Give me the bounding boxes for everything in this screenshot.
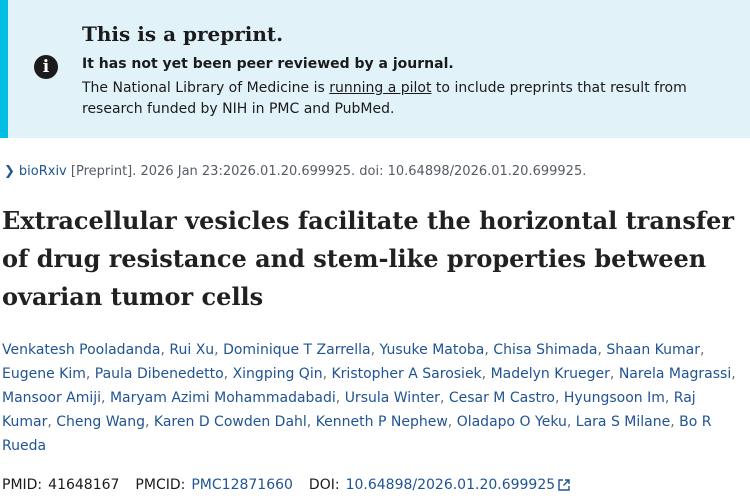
author-link[interactable]: Venkatesh Pooladanda (2, 342, 160, 358)
author-link[interactable]: Xingping Qin (233, 366, 323, 382)
author-separator: , (145, 414, 154, 430)
author-separator: , (566, 414, 576, 430)
author-link[interactable]: Paula Dibenedetto (95, 366, 224, 382)
journal-source-link[interactable]: ❯ bioRxiv (4, 164, 67, 179)
pmcid-link[interactable]: PMC12871660 (191, 477, 293, 493)
citation-line: ❯ bioRxiv [Preprint]. 2026 Jan 23:2026.01… (4, 164, 586, 179)
author-link[interactable]: Oladapo O Yeku (457, 414, 567, 430)
author-separator: , (484, 342, 494, 358)
doi-link[interactable]: 10.64898/2026.01.20.699925 (346, 477, 571, 493)
author-link[interactable]: Eugene Kim (2, 366, 86, 382)
banner-body-pre: The National Library of Medicine is (82, 80, 330, 96)
author-link[interactable]: Chisa Shimada (493, 342, 597, 358)
author-separator: , (101, 390, 110, 406)
author-separator: , (481, 366, 491, 382)
author-separator: , (447, 414, 457, 430)
citation-text: [Preprint]. 2026 Jan 23:2026.01.20.69992… (66, 164, 587, 179)
author-separator: , (731, 366, 736, 382)
author-separator: , (439, 390, 449, 406)
author-link[interactable]: Kenneth P Nephew (316, 414, 448, 430)
running-pilot-link[interactable]: running a pilot (329, 80, 431, 96)
journal-source-label: bioRxiv (18, 164, 67, 179)
author-separator: , (609, 366, 619, 382)
pmid-value: 41648167 (48, 477, 120, 493)
author-link[interactable]: Hyungsoon Im (564, 390, 665, 406)
author-separator: , (47, 414, 57, 430)
pmid-label: PMID: (2, 477, 43, 493)
banner-title: This is a preprint. (82, 22, 284, 46)
author-separator: , (664, 390, 674, 406)
info-icon: i (34, 55, 58, 79)
author-link[interactable]: Cesar M Castro (449, 390, 555, 406)
author-link[interactable]: Cheng Wang (56, 414, 145, 430)
article-identifiers: PMID: 41648167 PMCID: PMC12871660 DOI: 10.648… (2, 477, 570, 493)
external-link-icon (558, 479, 570, 491)
doi-label: DOI: (308, 477, 340, 493)
author-link[interactable]: Madelyn Krueger (491, 366, 610, 382)
author-separator: , (214, 342, 224, 358)
author-separator: , (335, 390, 345, 406)
author-link[interactable]: Narela Magrassi (619, 366, 731, 382)
author-link[interactable]: Dominique T Zarrella (223, 342, 371, 358)
author-separator: , (370, 342, 380, 358)
banner-warning: It has not yet been peer reviewed by a j… (82, 56, 454, 72)
author-separator: , (85, 366, 95, 382)
author-separator: , (670, 414, 680, 430)
author-link[interactable]: Yusuke Matoba (380, 342, 485, 358)
banner-body: The National Library of Medicine is runn… (82, 78, 747, 120)
doi-value: 10.64898/2026.01.20.699925 (345, 477, 556, 493)
author-link[interactable]: Mansoor Amiji (2, 390, 101, 406)
author-link[interactable]: Ursula Winter (345, 390, 440, 406)
author-list: Venkatesh Pooladanda, Rui Xu, Dominique … (2, 338, 747, 458)
author-link[interactable]: Shaan Kumar (606, 342, 700, 358)
author-link[interactable]: Kristopher A Sarosiek (332, 366, 482, 382)
author-link[interactable]: Karen D Cowden Dahl (154, 414, 307, 430)
pmcid-label: PMCID: (135, 477, 186, 493)
author-separator: , (322, 366, 332, 382)
author-link[interactable]: Lara S Milane (576, 414, 670, 430)
article-title: Extracellular vesicles facilitate the ho… (2, 206, 735, 311)
author-link[interactable]: Maryam Azimi Mohammadabadi (110, 390, 336, 406)
preprint-banner: i This is a preprint. It has not yet bee… (0, 0, 750, 138)
author-separator: , (223, 366, 233, 382)
chevron-right-icon: ❯ (4, 164, 15, 179)
author-separator: , (699, 342, 705, 358)
author-separator: , (555, 390, 564, 406)
author-separator: , (306, 414, 316, 430)
author-link[interactable]: Rui Xu (169, 342, 214, 358)
